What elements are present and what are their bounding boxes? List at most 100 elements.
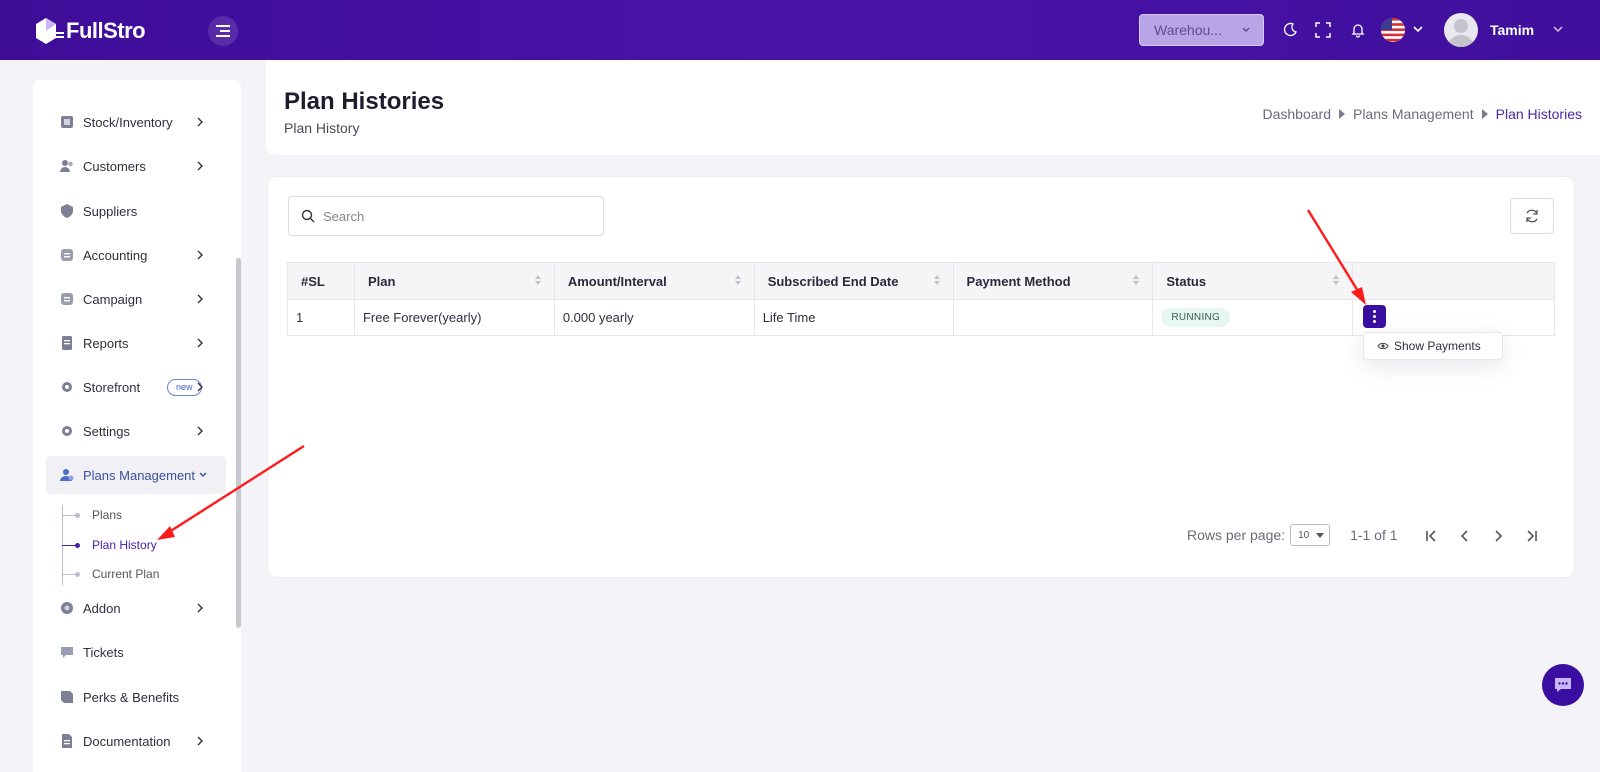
column-header-payment-method[interactable]: Payment Method (952, 262, 1154, 300)
moon-icon (1283, 22, 1297, 37)
submenu-tick (62, 542, 80, 548)
chevron-right-icon (197, 294, 203, 304)
column-header-plan[interactable]: Plan (353, 262, 555, 300)
plan-history-card (267, 176, 1575, 578)
kebab-dot (1373, 315, 1376, 318)
sidebar-item-campaign[interactable]: Campaign (46, 280, 226, 318)
chevron-right-icon (197, 338, 203, 348)
column-header-actions (1352, 262, 1555, 300)
last-page-button[interactable] (1522, 527, 1540, 545)
search-placeholder: Search (323, 208, 365, 224)
next-page-button[interactable] (1489, 527, 1507, 545)
dark-mode-toggle[interactable] (1280, 20, 1300, 40)
sidebar-item-label: Tickets (83, 644, 124, 660)
sidebar-subitem-label: Current Plan (92, 567, 160, 581)
warehouse-select[interactable]: Warehou... (1139, 14, 1264, 46)
prev-page-button[interactable] (1456, 527, 1474, 545)
caret-down-icon (1316, 533, 1325, 538)
sidebar-item-label: Plans Management (83, 467, 196, 483)
sidebar-item-stock-inventory[interactable]: Stock/Inventory (46, 103, 226, 141)
user-plan-icon (60, 469, 74, 481)
row-actions-button[interactable] (1363, 305, 1386, 328)
sidebar-item-addon[interactable]: Addon (46, 589, 226, 627)
search-input[interactable]: Search (288, 196, 604, 236)
submenu-tick (62, 571, 80, 577)
column-header-amount[interactable]: Amount/Interval (553, 262, 755, 300)
menu-toggle-button[interactable] (208, 16, 238, 46)
sidebar-item-label: Perks & Benefits (83, 689, 180, 705)
doc-icon (62, 734, 72, 748)
brand-logo[interactable]: FullStro (34, 16, 146, 46)
chevron-right-icon (197, 603, 203, 613)
language-selector[interactable] (1381, 18, 1405, 42)
refresh-button[interactable] (1510, 198, 1554, 234)
cell-payment-method (952, 299, 1154, 336)
ledger-icon (61, 249, 73, 261)
sidebar-item-tickets[interactable]: Tickets (46, 633, 226, 671)
sidebar-item-label: Suppliers (83, 203, 138, 219)
sidebar-item-label: Addon (83, 600, 121, 616)
sidebar-item-perks-benefits[interactable]: Perks & Benefits (46, 678, 226, 716)
kebab-dot (1373, 310, 1376, 313)
sidebar-item-customers[interactable]: Customers (46, 147, 226, 185)
breadcrumb-separator-icon (1481, 109, 1488, 119)
sidebar-item-label: Storefront (83, 379, 141, 395)
chevron-down-icon[interactable] (1552, 24, 1564, 34)
chevron-down-icon (1242, 27, 1250, 32)
sidebar-item-storefront[interactable]: Storefront new (46, 368, 226, 406)
shield-icon (61, 204, 73, 218)
rows-per-page-value: 10 (1298, 529, 1310, 541)
breadcrumb-dashboard[interactable]: Dashboard (1262, 106, 1331, 122)
pagination: Rows per page: 10 1-1 of 1 (1187, 524, 1398, 546)
first-page-button[interactable] (1423, 527, 1441, 545)
menu-icon (216, 25, 230, 37)
sidebar-item-suppliers[interactable]: Suppliers (46, 192, 226, 230)
logo-icon (36, 18, 64, 44)
sidebar-subitem-plan-history[interactable]: Plan History (62, 534, 202, 556)
refresh-icon (1526, 209, 1538, 223)
sidebar-item-settings[interactable]: Settings (46, 412, 226, 450)
box-icon (61, 116, 73, 128)
show-payments-menu-item[interactable]: Show Payments (1363, 332, 1503, 360)
column-header-sl[interactable]: #SL (287, 262, 355, 300)
search-icon (301, 209, 315, 223)
sidebar-item-accounting[interactable]: Accounting (46, 236, 226, 274)
chevron-down-icon (199, 472, 207, 477)
avatar[interactable] (1444, 13, 1478, 47)
fullscreen-button[interactable] (1313, 20, 1333, 40)
chevron-down-icon[interactable] (1412, 24, 1424, 34)
sort-icon[interactable] (534, 275, 541, 285)
sidebar-scrollbar[interactable] (236, 258, 241, 628)
user-name[interactable]: Tamim (1490, 22, 1534, 38)
store-icon (62, 382, 72, 392)
chevron-right-icon (197, 117, 203, 127)
sort-icon[interactable] (1133, 275, 1140, 285)
column-label: Status (1166, 273, 1207, 289)
column-label: Subscribed End Date (767, 273, 899, 289)
column-header-end-date[interactable]: Subscribed End Date (753, 262, 954, 300)
column-label: Payment Method (966, 273, 1071, 289)
chevron-right-icon (197, 250, 203, 260)
fullscreen-icon (1315, 22, 1331, 38)
sort-icon[interactable] (1333, 275, 1340, 285)
sort-icon[interactable] (933, 275, 940, 285)
breadcrumb-plans-management[interactable]: Plans Management (1353, 106, 1474, 122)
chat-button[interactable] (1542, 664, 1584, 706)
sidebar-subitem-label: Plans (92, 508, 123, 522)
notifications-button[interactable] (1348, 20, 1368, 40)
sidebar-item-label: Customers (83, 158, 146, 174)
sidebar-subitem-current-plan[interactable]: Current Plan (62, 563, 202, 585)
column-header-status[interactable]: Status (1152, 262, 1354, 300)
sidebar-subitem-plans[interactable]: Plans (62, 504, 202, 526)
sidebar-item-plans-management[interactable]: Plans Management (46, 456, 226, 494)
kebab-dot (1373, 320, 1376, 323)
sidebar-item-documentation[interactable]: Documentation (46, 722, 226, 760)
submenu-tick (62, 512, 80, 518)
page-title: Plan Histories (284, 88, 445, 115)
breadcrumb: Dashboard Plans Management Plan Historie… (1262, 106, 1582, 122)
sort-icon[interactable] (734, 275, 741, 285)
sidebar-item-reports[interactable]: Reports (46, 324, 226, 362)
rows-per-page-select[interactable]: 10 (1290, 524, 1331, 546)
column-label: Amount/Interval (567, 273, 667, 289)
sidebar-item-label: Accounting (83, 247, 148, 263)
